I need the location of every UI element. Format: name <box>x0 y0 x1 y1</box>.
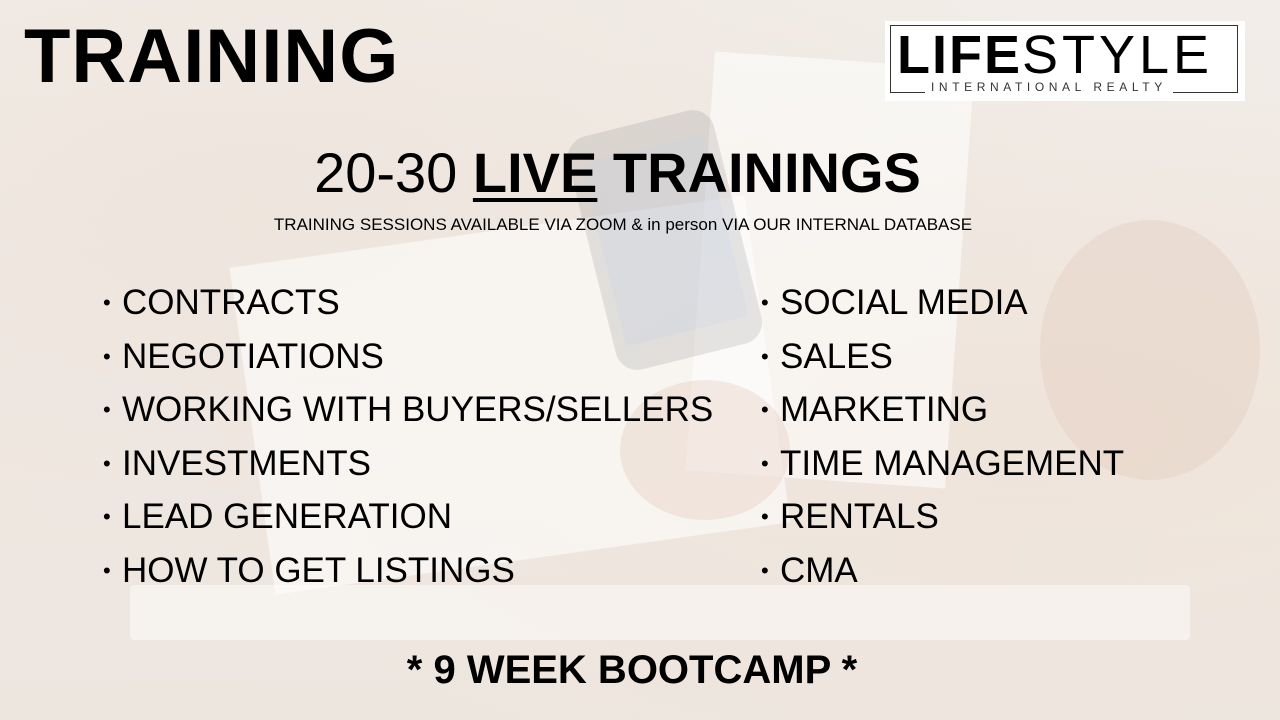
list-item: • WORKING WITH BUYERS/SELLERS <box>103 389 713 443</box>
footer-callout: * 9 WEEK BOOTCAMP * <box>406 648 858 692</box>
headline-prefix: 20-30 <box>314 141 473 204</box>
list-item-label: SALES <box>780 336 893 376</box>
list-item-label: WORKING WITH BUYERS/SELLERS <box>122 390 714 430</box>
list-item-label: CMA <box>780 550 858 590</box>
list-item: • MARKETING <box>761 389 1124 443</box>
logo-wordmark: LIFESTYLE <box>897 25 1213 85</box>
bullet-icon: • <box>761 450 769 476</box>
page-title: TRAINING <box>24 14 400 99</box>
bullet-icon: • <box>761 557 769 583</box>
bullet-icon: • <box>761 397 769 423</box>
logo-tagline: INTERNATIONAL REALTY <box>925 80 1173 94</box>
list-item: • LEAD GENERATION <box>103 496 713 550</box>
list-item-label: HOW TO GET LISTINGS <box>122 550 515 590</box>
topics-list-right: • SOCIAL MEDIA • SALES • MARKETING • TIME MA… <box>761 282 1124 604</box>
headline-emphasis: LIVE <box>472 141 598 204</box>
list-item: • RENTALS <box>761 496 1124 550</box>
list-item: • SOCIAL MEDIA <box>761 282 1124 336</box>
list-item-label: SOCIAL MEDIA <box>780 283 1028 322</box>
list-item-label: LEAD GENERATION <box>122 497 452 537</box>
bullet-icon: • <box>103 397 111 423</box>
brand-logo: LIFESTYLE INTERNATIONAL REALTY <box>885 21 1245 101</box>
list-item-label: INVESTMENTS <box>122 443 371 483</box>
logo-wordmark-bold: LIFE <box>897 25 1022 85</box>
list-item: • TIME MANAGEMENT <box>761 443 1124 497</box>
headline: 20-30 LIVE TRAININGS <box>0 140 1235 206</box>
bullet-icon: • <box>103 343 111 369</box>
logo-wordmark-light: STYLE <box>1022 25 1214 85</box>
list-item: • INVESTMENTS <box>103 443 713 497</box>
headline-suffix: TRAININGS <box>597 141 921 204</box>
bullet-icon: • <box>761 504 769 530</box>
bullet-icon: • <box>103 290 111 315</box>
bullet-icon: • <box>103 450 111 476</box>
list-item: • NEGOTIATIONS <box>103 336 713 390</box>
list-item-label: MARKETING <box>780 390 989 430</box>
subheadline: TRAINING SESSIONS AVAILABLE VIA ZOOM & i… <box>273 215 973 234</box>
list-item: • SALES <box>761 336 1124 390</box>
list-item-label: CONTRACTS <box>122 283 340 322</box>
bullet-icon: • <box>103 504 111 530</box>
list-item: • HOW TO GET LISTINGS <box>103 550 713 604</box>
bullet-icon: • <box>103 557 111 583</box>
topics-list-left: • CONTRACTS • NEGOTIATIONS • WORKING WITH B… <box>103 282 713 604</box>
list-item: • CONTRACTS <box>103 282 713 336</box>
list-item-label: NEGOTIATIONS <box>122 336 384 376</box>
list-item-label: TIME MANAGEMENT <box>780 443 1125 483</box>
bullet-icon: • <box>761 343 769 369</box>
bullet-icon: • <box>761 290 769 315</box>
list-item-label: RENTALS <box>780 497 939 537</box>
list-item: • CMA <box>761 550 1124 604</box>
